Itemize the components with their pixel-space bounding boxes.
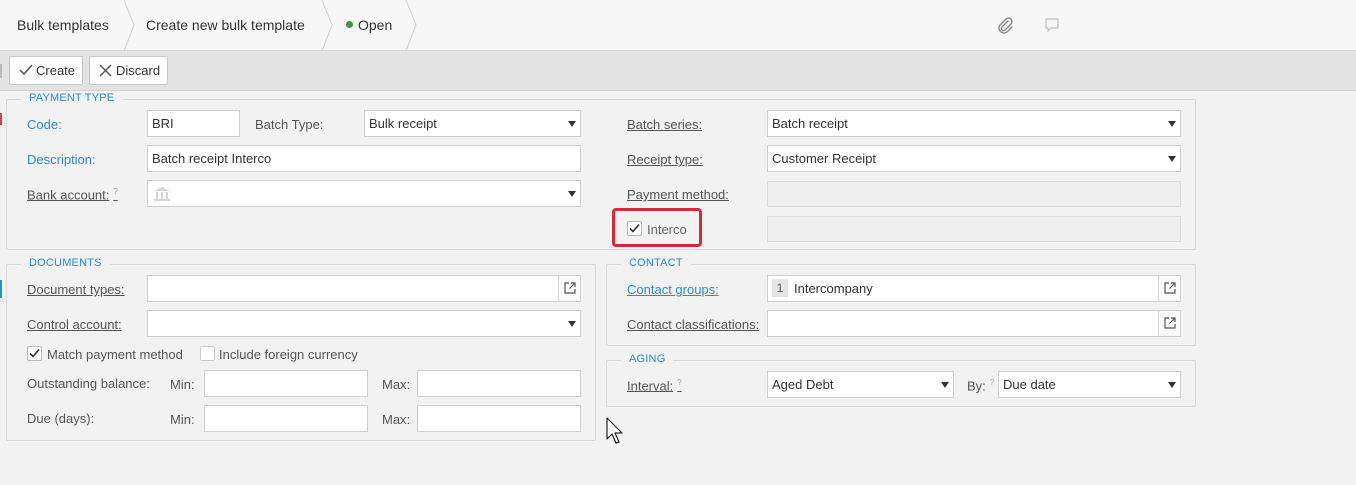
mouse-cursor-icon	[606, 417, 623, 444]
chevron-down-icon	[1164, 146, 1180, 171]
documents-legend: DOCUMENTS	[21, 257, 110, 269]
receipt-type-select[interactable]: Customer Receipt	[767, 145, 1181, 172]
bank-account-label-text: Bank account:	[27, 187, 110, 203]
status-dot-icon	[346, 21, 353, 28]
interval-value: Aged Debt	[772, 377, 834, 392]
chevron-down-icon	[1164, 111, 1180, 136]
open-external-button[interactable]	[1158, 311, 1180, 336]
contact-groups-value: Intercompany	[794, 281, 873, 296]
discard-button[interactable]: Discard	[89, 56, 168, 85]
due-days-label: Due (days):	[27, 411, 95, 426]
close-icon	[99, 64, 112, 77]
payment-type-legend: PAYMENT TYPE	[21, 92, 123, 104]
chevron-down-icon	[564, 311, 580, 336]
contact-groups-label[interactable]: Contact groups:	[627, 282, 719, 297]
control-account-select[interactable]	[147, 310, 581, 337]
outstanding-max-label: Max:	[382, 377, 411, 392]
bank-account-label[interactable]: Bank account:?	[27, 187, 118, 202]
chevron-down-icon	[1164, 372, 1180, 397]
code-label: Code:	[27, 117, 62, 132]
batch-type-value: Bulk receipt	[369, 116, 437, 131]
left-edge-marker	[0, 64, 2, 78]
left-edge-marker	[0, 280, 2, 298]
chevron-down-icon	[937, 372, 953, 397]
interval-label-text: Interval:	[627, 378, 674, 394]
help-icon: ?	[677, 378, 682, 387]
interco-checkbox[interactable]	[627, 221, 642, 236]
breadcrumb-separator	[405, 0, 417, 51]
document-types-label: Document types:	[27, 282, 125, 297]
chevron-down-icon	[564, 111, 580, 136]
breadcrumb-separator	[123, 0, 135, 51]
document-types-field[interactable]	[147, 275, 581, 302]
interco-field[interactable]	[767, 216, 1181, 242]
breadcrumb-create-new[interactable]: Create new bulk template	[146, 0, 305, 51]
breadcrumb-separator	[321, 0, 333, 51]
external-link-icon	[1164, 317, 1176, 329]
due-min-field[interactable]	[204, 405, 368, 432]
outstanding-min-label: Min:	[170, 377, 195, 392]
interco-label[interactable]: Interco	[647, 222, 687, 237]
checkmark-icon	[629, 223, 640, 233]
batch-series-value: Batch receipt	[772, 116, 848, 131]
toolbar: Create Discard	[0, 51, 1356, 91]
external-link-icon	[1164, 282, 1176, 294]
by-value: Due date	[1003, 377, 1056, 392]
status-label: Open	[358, 17, 393, 33]
interval-select[interactable]: Aged Debt	[767, 371, 954, 398]
outstanding-max-field[interactable]	[417, 370, 581, 397]
open-external-button[interactable]	[1158, 276, 1180, 301]
chevron-down-icon	[564, 181, 580, 206]
create-button-label: Create	[36, 63, 76, 78]
help-icon: ?	[113, 187, 118, 196]
aging-legend: AGING	[621, 353, 674, 365]
interval-label: Interval:?	[627, 378, 682, 393]
checkmark-icon	[29, 348, 40, 358]
outstanding-min-field[interactable]	[204, 370, 368, 397]
comment-icon[interactable]	[1043, 16, 1061, 34]
contact-groups-count: 1	[772, 279, 788, 297]
bank-icon	[154, 187, 170, 201]
include-foreign-checkbox[interactable]	[200, 346, 215, 361]
due-max-label: Max:	[382, 412, 411, 427]
by-select[interactable]: Due date	[998, 371, 1181, 398]
bank-account-select[interactable]	[147, 180, 581, 207]
due-min-label: Min:	[170, 412, 195, 427]
outstanding-balance-label: Outstanding balance:	[27, 376, 150, 391]
payment-method-field[interactable]	[767, 181, 1181, 207]
breadcrumb-bulk-templates[interactable]: Bulk templates	[17, 0, 109, 51]
match-payment-label[interactable]: Match payment method	[47, 347, 183, 362]
open-external-button[interactable]	[558, 276, 580, 301]
status-badge: Open	[346, 0, 392, 51]
batch-series-select[interactable]: Batch receipt	[767, 110, 1181, 137]
left-edge-marker	[0, 113, 2, 125]
batch-type-label: Batch Type:	[255, 117, 324, 132]
create-button[interactable]: Create	[9, 56, 83, 85]
batch-series-label: Batch series:	[627, 117, 703, 132]
description-field[interactable]: Batch receipt Interco	[147, 145, 581, 172]
receipt-type-label: Receipt type:	[627, 152, 703, 167]
receipt-type-value: Customer Receipt	[772, 151, 877, 166]
help-icon: ?	[989, 378, 995, 387]
breadcrumb: Bulk templates Create new bulk template …	[0, 0, 1356, 51]
by-label-text: By:	[967, 378, 986, 394]
control-account-label: Control account:	[27, 317, 122, 332]
contact-classifications-label: Contact classifications:	[627, 317, 760, 332]
code-field[interactable]: BRI	[147, 110, 240, 137]
batch-type-select[interactable]: Bulk receipt	[364, 110, 581, 137]
include-foreign-label[interactable]: Include foreign currency	[219, 347, 358, 362]
contact-classifications-field[interactable]	[767, 310, 1181, 337]
external-link-icon	[564, 282, 576, 294]
by-label: By:?	[967, 378, 994, 393]
due-max-field[interactable]	[417, 405, 581, 432]
contact-legend: CONTACT	[621, 257, 691, 269]
contact-groups-field[interactable]: 1 Intercompany	[767, 275, 1181, 302]
description-label: Description:	[27, 152, 96, 167]
payment-method-label: Payment method:	[627, 187, 729, 202]
check-icon	[19, 64, 33, 76]
match-payment-checkbox[interactable]	[27, 346, 42, 361]
paperclip-icon[interactable]	[996, 16, 1014, 34]
discard-button-label: Discard	[116, 63, 161, 78]
